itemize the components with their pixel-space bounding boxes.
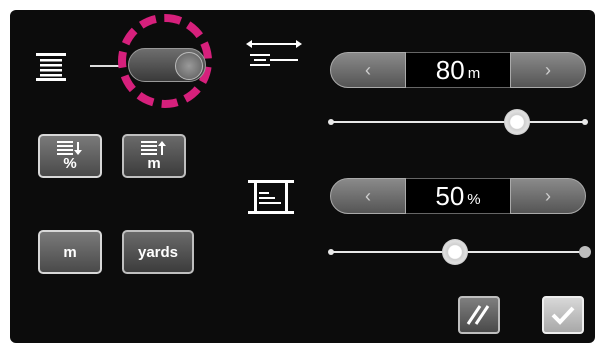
confirm-button[interactable] — [542, 296, 584, 334]
unit-meters-button[interactable]: m — [38, 230, 102, 274]
spool-icon — [36, 53, 66, 81]
unit-yards-label: yards — [137, 243, 179, 261]
length-decrease-button[interactable]: ‹ — [330, 52, 406, 88]
toggle-connector-line — [90, 65, 120, 67]
chevron-left-icon: ‹ — [365, 185, 371, 206]
line-length-icon — [246, 40, 302, 66]
spool-remaining-icon — [248, 180, 294, 214]
chevron-right-icon: › — [545, 185, 551, 206]
length-slider-thumb[interactable] — [504, 109, 530, 135]
length-slider-track[interactable] — [332, 121, 584, 123]
unit-yards-button[interactable]: yards — [122, 230, 194, 274]
checkmark-icon — [551, 306, 575, 325]
toggle-knob — [175, 52, 203, 80]
unit-meters-label: m — [63, 243, 77, 261]
percent-unit: % — [467, 190, 481, 208]
double-slash-icon — [466, 305, 490, 325]
meters-mode-button[interactable]: m — [122, 134, 186, 178]
length-slider-min-tick — [328, 119, 334, 125]
reset-button[interactable] — [458, 296, 500, 334]
percent-slider-thumb[interactable] — [442, 239, 468, 265]
spool-down-icon — [57, 140, 82, 155]
percent-increase-button[interactable]: › — [510, 178, 586, 214]
length-slider-max-tick — [582, 119, 588, 125]
chevron-left-icon: ‹ — [365, 59, 371, 80]
length-value: 80 — [435, 54, 465, 85]
percent-value-display: 50 % — [406, 178, 510, 214]
meters-mode-label: m — [147, 154, 161, 172]
percent-stepper: ‹ 50 % › — [330, 178, 586, 214]
percent-value: 50 — [435, 180, 465, 211]
spool-toggle-switch[interactable] — [128, 48, 206, 82]
chevron-right-icon: › — [545, 59, 551, 80]
length-value-display: 80 m — [406, 52, 510, 88]
percent-mode-button[interactable]: % — [38, 134, 102, 178]
spool-up-icon — [141, 140, 166, 155]
percent-slider-min-tick — [328, 249, 334, 255]
percent-slider-max-dot — [579, 246, 591, 258]
length-increase-button[interactable]: › — [510, 52, 586, 88]
length-stepper: ‹ 80 m › — [330, 52, 586, 88]
percent-mode-label: % — [63, 154, 77, 172]
percent-decrease-button[interactable]: ‹ — [330, 178, 406, 214]
length-unit: m — [467, 64, 481, 82]
settings-panel: ‹ 80 m › % m ‹ 50 % › m yards — [10, 10, 595, 343]
